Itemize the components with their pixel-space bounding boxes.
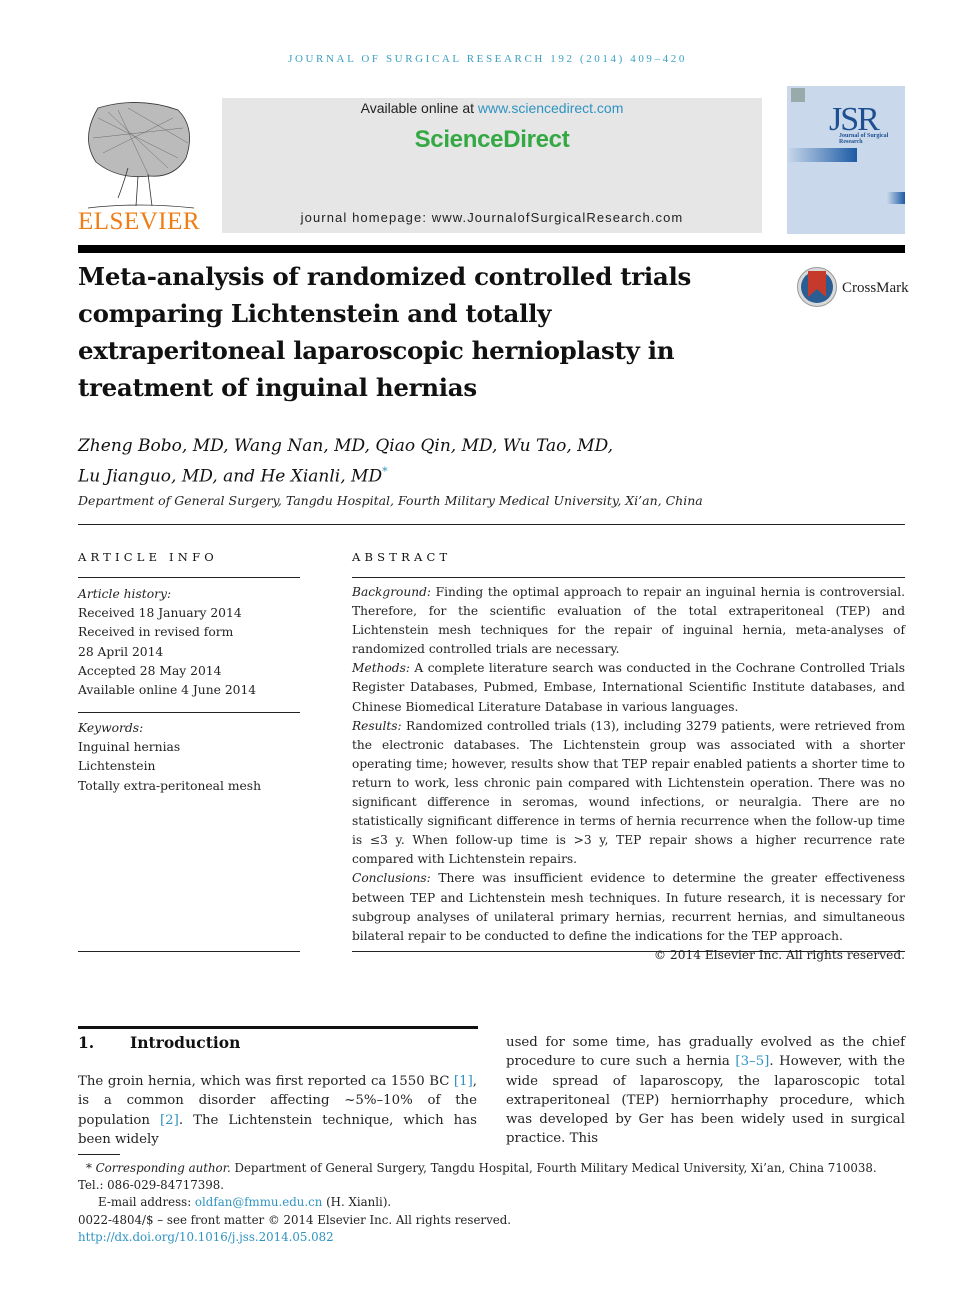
divider [352,577,905,578]
divider [78,524,905,525]
cover-subtitle: Journal of Surgical Research [839,133,889,145]
journal-homepage-link[interactable]: journal homepage: www.JournalofSurgicalR… [222,210,762,225]
footnote-rule [78,1154,120,1155]
journal-cover-image: JSR Journal of Surgical Research [787,86,905,234]
article-history: Article history: Received 18 January 201… [78,585,300,700]
abstract-background: Background: Finding the optimal approach… [352,585,905,657]
sciencedirect-link[interactable]: www.sciencedirect.com [478,100,624,116]
keyword: Totally extra-peritoneal mesh [78,778,262,793]
history-item: Available online 4 June 2014 [78,683,257,698]
affiliation: Department of General Surgery, Tangdu Ho… [78,493,703,508]
available-online-text: Available online at www.sciencedirect.co… [360,100,624,116]
divider [78,577,300,578]
history-item: 28 April 2014 [78,644,164,659]
article-info-heading: ARTICLE INFO [78,550,218,564]
authors-line: Lu Jianguo, MD, and He Xianli, MD* [78,465,388,487]
body-column-right: used for some time, has gradually evolve… [506,1035,905,1147]
elsevier-wordmark: ELSEVIER [78,208,201,235]
history-item: Accepted 28 May 2014 [78,663,222,678]
body-column-left: The groin hernia, which was first report… [78,1074,477,1147]
citation-link[interactable]: [2] [160,1113,179,1128]
history-item: Received 18 January 2014 [78,606,242,621]
sciencedirect-banner: Available online at www.sciencedirect.co… [222,98,762,233]
abstract-heading: ABSTRACT [352,550,452,564]
divider [78,951,300,952]
history-item: Received in revised form [78,625,234,640]
abstract-conclusions: Conclusions: There was insufficient evid… [352,871,905,943]
article-title: Meta-analysis of randomized controlled t… [78,262,691,402]
copyright-notice: © 2014 Elsevier Inc. All rights reserved… [653,947,905,962]
section-rule [78,1026,478,1029]
keyword: Inguinal hernias [78,740,181,755]
doi-link[interactable]: http://dx.doi.org/10.1016/j.jss.2014.05.… [78,1230,334,1244]
author-list: Zheng Bobo, MD, Wang Nan, MD, Qiao Qin, … [78,433,798,490]
abstract-body: Background: Finding the optimal approach… [352,583,905,965]
running-head: Journal of Surgical Research 192 (2014) … [288,53,687,65]
email-note: E-mail address: oldfan@fmmu.edu.cn (H. X… [98,1195,392,1210]
citation-link[interactable]: [3–5] [735,1054,769,1069]
history-label: Article history: [78,587,172,601]
authors-line: Zheng Bobo, MD, Wang Nan, MD, Qiao Qin, … [78,436,614,456]
abstract-methods: Methods: A complete literature search wa… [352,661,905,714]
keyword: Lichtenstein [78,759,156,774]
crossmark-label: CrossMark [842,280,909,296]
keywords-label: Keywords: [78,721,144,735]
keywords: Keywords: Inguinal hernias Lichtenstein … [78,719,300,796]
cover-stripe [787,148,857,162]
sciencedirect-logo: ScienceDirect [414,126,570,153]
corresponding-author-link[interactable]: * [382,465,388,478]
crossmark-button[interactable]: CrossMark [797,267,917,311]
cover-publisher-mark [791,88,805,102]
divider [78,712,300,713]
email-link[interactable]: oldfan@fmmu.edu.cn [195,1195,322,1209]
front-matter: 0022-4804/$ – see front matter © 2014 El… [78,1212,512,1227]
footnotes: * Corresponding author. Department of Ge… [78,1160,905,1246]
crossmark-ribbon-notch [808,289,826,297]
header-divider [78,245,905,253]
abstract-results: Results: Randomized controlled trials (1… [352,718,905,867]
divider [352,951,905,952]
citation-link[interactable]: [1] [454,1074,473,1089]
section-heading-introduction: 1. Introduction [78,1033,241,1052]
corresponding-author-note: * Corresponding author. Department of Ge… [78,1161,877,1193]
cover-stripe [887,192,905,204]
